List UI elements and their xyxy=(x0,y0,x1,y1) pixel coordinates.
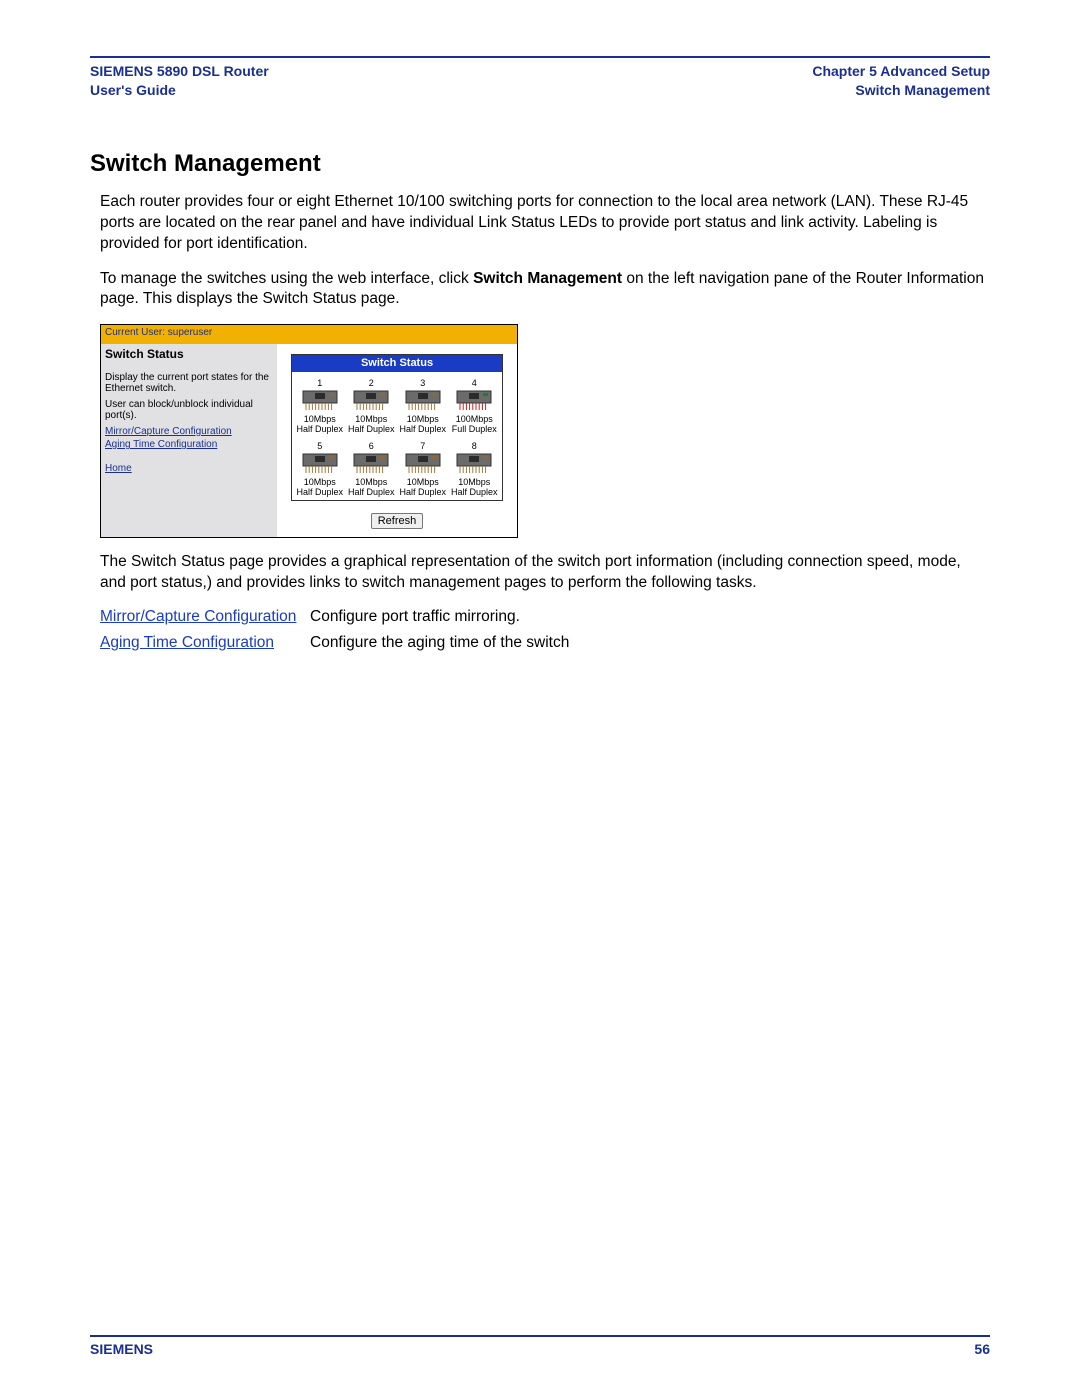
sidebar-text-1: Display the current port states for the … xyxy=(105,372,273,395)
ethernet-port-icon xyxy=(456,453,492,475)
sidebar-link-aging[interactable]: Aging Time Configuration xyxy=(105,439,273,451)
current-user-bar: Current User: superuser xyxy=(101,325,517,341)
ethernet-port-icon xyxy=(302,453,338,475)
sidebar-text-2: User can block/unblock individual port(s… xyxy=(105,399,273,422)
config-link-desc: Configure the aging time of the switch xyxy=(310,634,569,652)
sidebar-link-mirror[interactable]: Mirror/Capture Configuration xyxy=(105,426,273,438)
sidebar-link-home[interactable]: Home xyxy=(105,463,273,475)
port-speed: 10Mbps xyxy=(397,477,449,487)
header-chapter: Chapter 5 Advanced Setup xyxy=(812,62,990,81)
port-8[interactable]: 8 10MbpsHalf Duplex xyxy=(449,441,501,498)
config-link[interactable]: Aging Time Configuration xyxy=(100,634,310,652)
port-number: 3 xyxy=(397,378,449,388)
port-number: 5 xyxy=(294,441,346,451)
port-number: 8 xyxy=(449,441,501,451)
ethernet-port-icon xyxy=(353,453,389,475)
switch-status-panel: Switch Status 110MbpsHalf Duplex210MbpsH… xyxy=(291,354,503,501)
port-4[interactable]: 4 100MbpsFull Duplex xyxy=(449,378,501,435)
ethernet-port-icon xyxy=(302,390,338,412)
list-item: Mirror/Capture ConfigurationConfigure po… xyxy=(100,608,990,626)
port-speed: 10Mbps xyxy=(449,477,501,487)
screenshot-sidebar: Switch Status Display the current port s… xyxy=(101,344,277,537)
ethernet-port-icon xyxy=(405,453,441,475)
paragraph-2: To manage the switches using the web int… xyxy=(100,269,990,311)
page-footer: SIEMENS 56 xyxy=(90,1337,990,1357)
sidebar-title: Switch Status xyxy=(105,344,273,368)
port-speed: 100Mbps xyxy=(449,414,501,424)
section-heading: Switch Management xyxy=(90,150,990,178)
port-speed: 10Mbps xyxy=(294,414,346,424)
paragraph-1: Each router provides four or eight Ether… xyxy=(100,192,990,255)
config-link[interactable]: Mirror/Capture Configuration xyxy=(100,608,310,626)
config-link-desc: Configure port traffic mirroring. xyxy=(310,608,520,626)
ethernet-port-icon xyxy=(353,390,389,412)
port-7[interactable]: 7 10MbpsHalf Duplex xyxy=(397,441,449,498)
port-number: 1 xyxy=(294,378,346,388)
ethernet-port-icon xyxy=(405,390,441,412)
footer-brand: SIEMENS xyxy=(90,1341,153,1357)
port-duplex: Half Duplex xyxy=(397,487,449,497)
port-duplex: Half Duplex xyxy=(346,487,398,497)
port-speed: 10Mbps xyxy=(397,414,449,424)
port-duplex: Half Duplex xyxy=(294,424,346,434)
port-number: 4 xyxy=(449,378,501,388)
port-duplex: Full Duplex xyxy=(449,424,501,434)
port-duplex: Half Duplex xyxy=(397,424,449,434)
ethernet-port-icon xyxy=(456,390,492,412)
port-5[interactable]: 5 10MbpsHalf Duplex xyxy=(294,441,346,498)
header-product: SIEMENS 5890 DSL Router xyxy=(90,62,269,81)
port-speed: 10Mbps xyxy=(346,414,398,424)
port-speed: 10Mbps xyxy=(346,477,398,487)
port-6[interactable]: 6 10MbpsHalf Duplex xyxy=(346,441,398,498)
port-speed: 10Mbps xyxy=(294,477,346,487)
paragraph-3: The Switch Status page provides a graphi… xyxy=(100,552,990,594)
port-number: 7 xyxy=(397,441,449,451)
port-duplex: Half Duplex xyxy=(346,424,398,434)
port-3[interactable]: 3 10MbpsHalf Duplex xyxy=(397,378,449,435)
port-1[interactable]: 1 10MbpsHalf Duplex xyxy=(294,378,346,435)
port-2[interactable]: 2 10MbpsHalf Duplex xyxy=(346,378,398,435)
port-duplex: Half Duplex xyxy=(449,487,501,497)
switch-status-screenshot: Current User: superuser Switch Status Di… xyxy=(100,324,518,538)
port-number: 6 xyxy=(346,441,398,451)
port-duplex: Half Duplex xyxy=(294,487,346,497)
port-number: 2 xyxy=(346,378,398,388)
panel-title: Switch Status xyxy=(292,355,502,372)
refresh-button[interactable]: Refresh xyxy=(371,513,424,530)
header-section: Switch Management xyxy=(812,81,990,100)
list-item: Aging Time ConfigurationConfigure the ag… xyxy=(100,634,990,652)
page-header: SIEMENS 5890 DSL Router User's Guide Cha… xyxy=(90,58,990,104)
footer-page: 56 xyxy=(974,1341,990,1357)
config-links-list: Mirror/Capture ConfigurationConfigure po… xyxy=(100,608,990,652)
header-doc: User's Guide xyxy=(90,81,269,100)
